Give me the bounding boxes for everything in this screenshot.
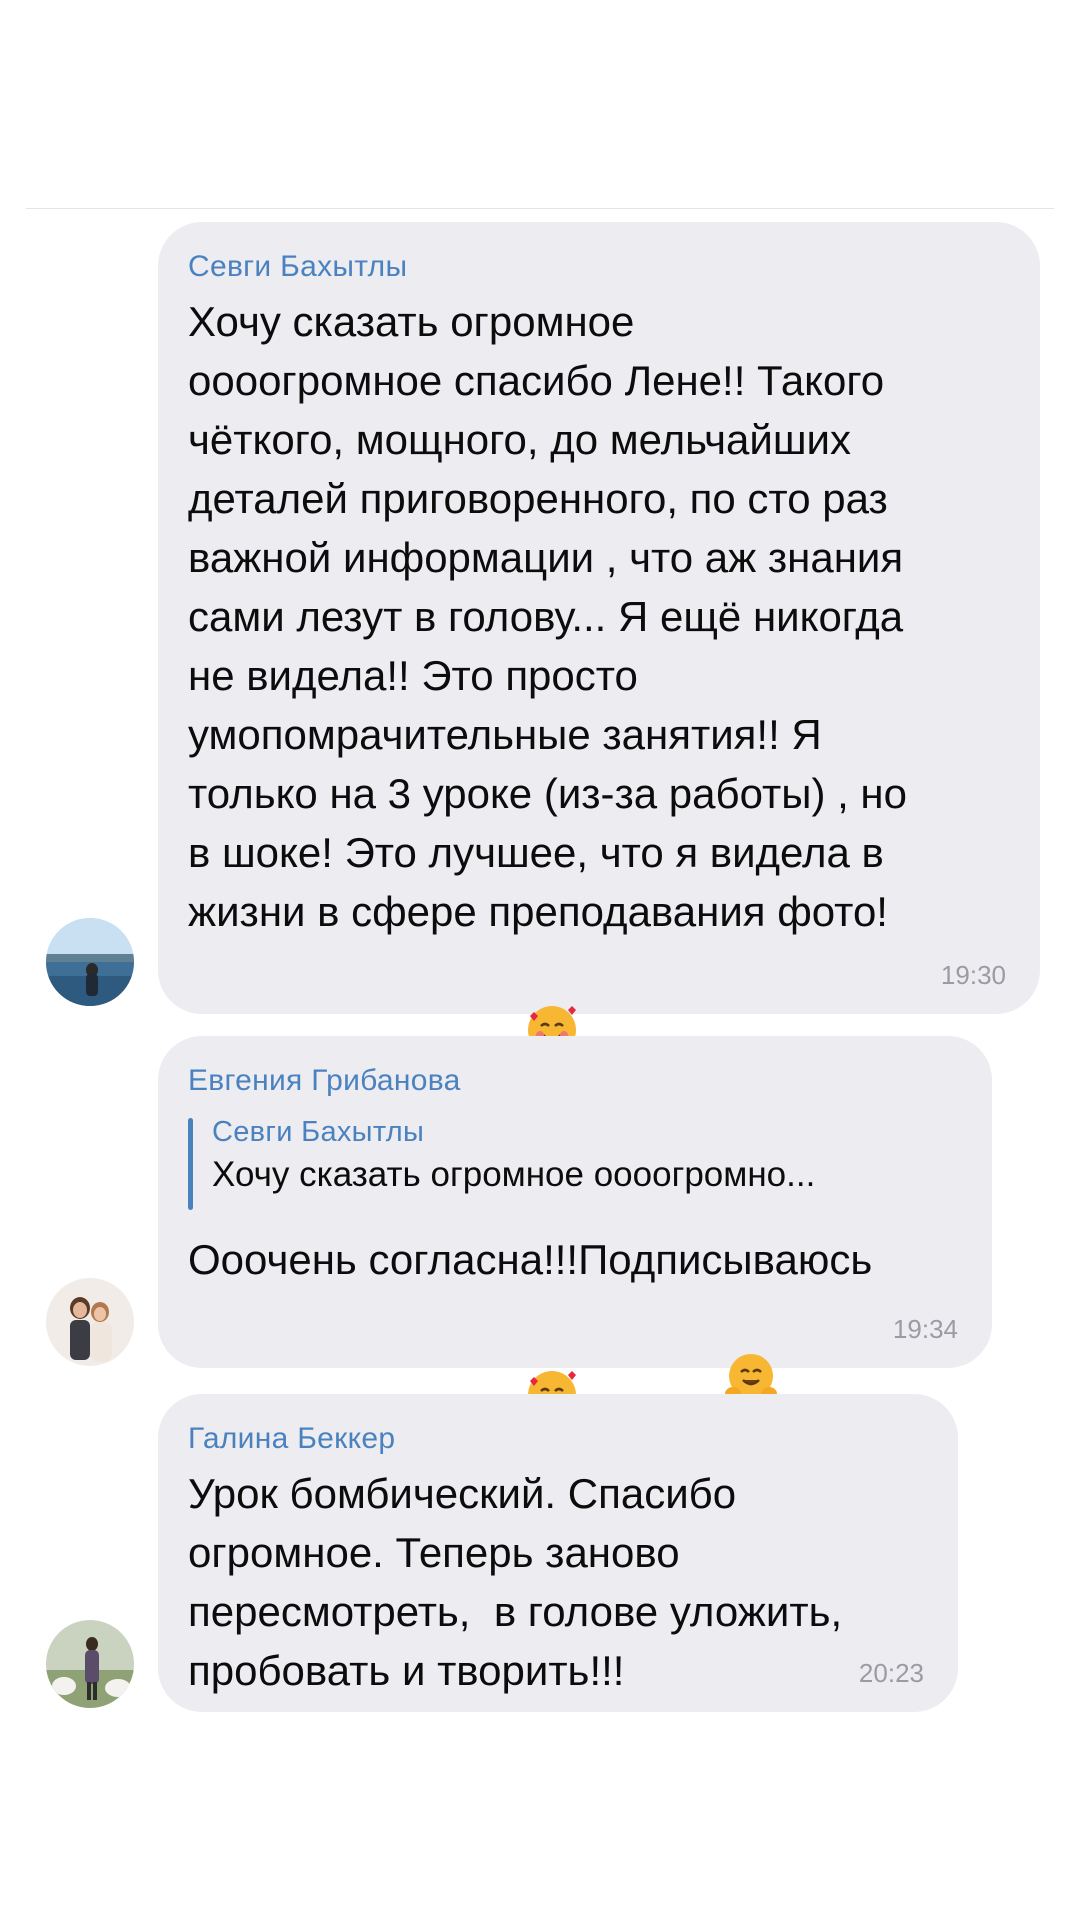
- message-time: 20:23: [858, 1658, 924, 1688]
- message-bubble[interactable]: Севги Бахытлы Хочу сказать огромное оооо…: [158, 222, 1040, 1420]
- sender-name[interactable]: Севги Бахытлы: [188, 248, 1006, 286]
- reply-bar: [188, 1118, 193, 1210]
- reply-quote[interactable]: Севги Бахытлы Хочу сказать огромное оооо…: [188, 1114, 958, 1210]
- message-time: 19:30: [940, 960, 1006, 990]
- message-bubble[interactable]: Галина Беккер Урок бомбический. Спасибо …: [158, 1394, 958, 1712]
- avatar[interactable]: [46, 1620, 134, 1708]
- chat-screen: Севги Бахытлы Хочу сказать огромное оооо…: [0, 0, 1080, 1920]
- message-bubble[interactable]: Евгения Грибанова Севги Бахытлы Хочу ска…: [158, 1036, 992, 1523]
- message-text: Урок бомбический. Спасибо огромное. Тепе…: [188, 1470, 843, 1694]
- sender-name[interactable]: Евгения Грибанова: [188, 1062, 958, 1100]
- avatar[interactable]: [46, 1278, 134, 1366]
- message-time: 19:34: [892, 1314, 958, 1344]
- sender-name[interactable]: Галина Беккер: [188, 1420, 924, 1458]
- reply-sender: Севги Бахытлы: [212, 1116, 425, 1148]
- avatar[interactable]: [46, 918, 134, 1006]
- divider: [26, 208, 1054, 209]
- reply-text: Хочу сказать огромное оооогромно...: [212, 1155, 816, 1194]
